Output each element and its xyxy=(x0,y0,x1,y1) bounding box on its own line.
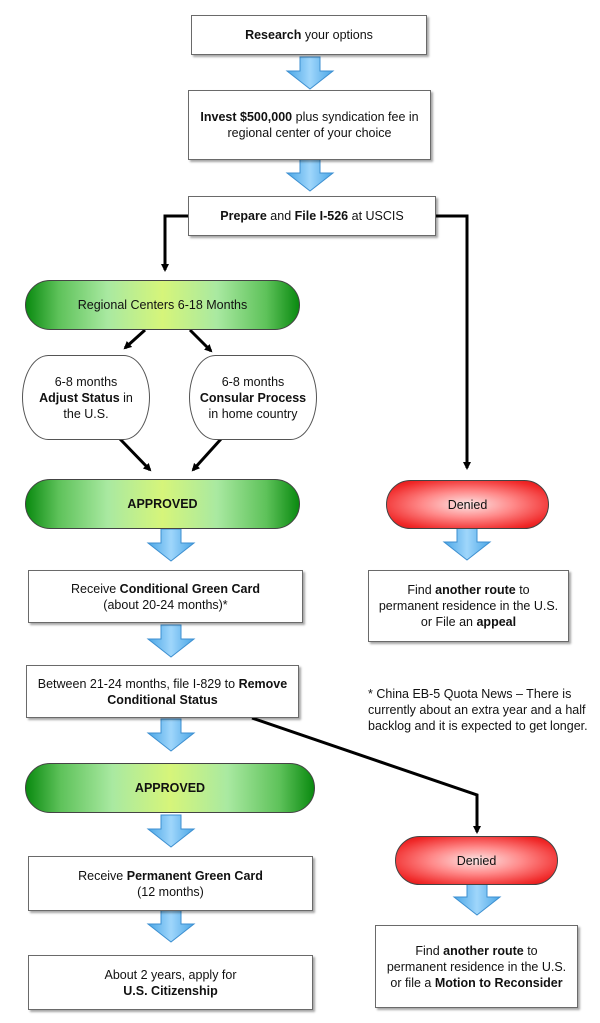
block-arrow-icon xyxy=(442,527,492,561)
regional-centers-pill: Regional Centers 6-18 Months xyxy=(25,280,300,330)
citizenship-box: About 2 years, apply for U.S. Citizenship xyxy=(28,955,313,1010)
prepare-file-i526-box: Prepare and File I-526 at USCIS xyxy=(188,196,436,236)
arrow-prepare-to-denied xyxy=(436,214,471,470)
alternate-route-reconsider-box: Find another route to permanent residenc… xyxy=(375,925,578,1008)
block-arrow-icon xyxy=(285,158,335,192)
conditional-green-card-box: Receive Conditional Green Card (about 20-… xyxy=(28,570,303,623)
arrow-adjust-to-approved xyxy=(118,437,152,472)
approved-pill-2: APPROVED xyxy=(25,763,315,813)
block-arrow-icon xyxy=(146,814,196,848)
arrow-prepare-to-regional xyxy=(161,214,188,272)
block-arrow-icon xyxy=(285,56,335,90)
approved-pill-1: APPROVED xyxy=(25,479,300,529)
block-arrow-icon xyxy=(146,528,196,562)
adjust-status-box: 6-8 months Adjust Status in the U.S. xyxy=(22,355,150,440)
consular-process-box: 6-8 months Consular Process in home count… xyxy=(189,355,317,440)
alternate-route-appeal-box: Find another route to permanent residenc… xyxy=(368,570,569,642)
denied-pill-2: Denied xyxy=(395,836,558,885)
block-arrow-icon xyxy=(146,718,196,752)
china-quota-note: * China EB-5 Quota News – There is curre… xyxy=(368,687,588,733)
invest-box: Invest $500,000 plus syndication fee in … xyxy=(188,90,431,160)
research-box: Research your options xyxy=(191,15,427,55)
remove-conditional-status-box: Between 21-24 months, file I-829 to Remo… xyxy=(26,665,299,718)
arrow-regional-to-adjust xyxy=(123,328,147,350)
denied-pill-1: Denied xyxy=(386,480,549,529)
block-arrow-icon xyxy=(146,909,196,943)
permanent-green-card-box: Receive Permanent Green Card (12 months) xyxy=(28,856,313,911)
block-arrow-icon xyxy=(452,882,502,916)
arrow-regional-to-consular xyxy=(188,328,213,353)
block-arrow-icon xyxy=(146,624,196,658)
arrow-consular-to-approved xyxy=(191,437,223,472)
